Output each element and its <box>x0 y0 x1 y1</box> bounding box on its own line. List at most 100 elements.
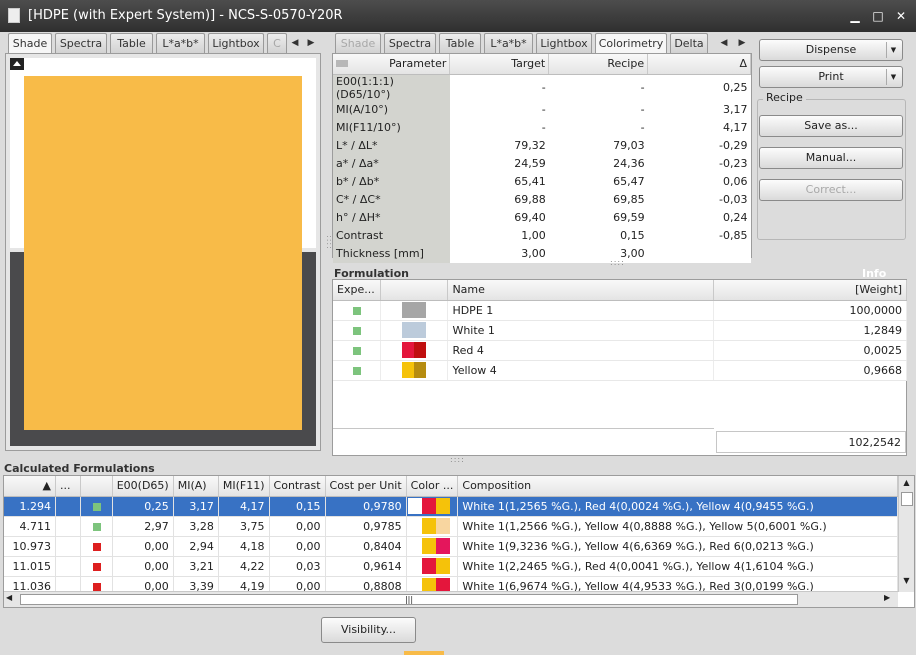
formulation-row[interactable]: HDPE 1 100,0000 <box>333 300 907 321</box>
tab-shade[interactable]: Shade <box>8 33 52 54</box>
col-weight[interactable]: [Weight] <box>713 280 907 301</box>
tab-scroll-right-icon[interactable]: ▶ <box>305 36 317 50</box>
parameter-cell: Contrast <box>333 226 450 245</box>
value-cell <box>648 245 751 263</box>
calculated-row[interactable]: 10.973 0,00 2,94 4,18 0,00 0,8404 White 1(9,32… <box>4 536 898 557</box>
colorimetry-row: E00(1:1:1)(D65/10°) - - 0,25 <box>333 74 751 101</box>
tab-delta[interactable]: Delta <box>670 33 708 53</box>
col-color-swatches[interactable]: Color ... <box>406 476 459 497</box>
swatch-cell <box>406 536 459 557</box>
colorimetry-body: E00(1:1:1)(D65/10°) - - 0,25 MI(A/10°) - - 3,17… <box>333 74 751 263</box>
close-button[interactable]: ✕ <box>894 9 908 23</box>
dispense-dropdown-icon[interactable]: ▼ <box>886 42 900 58</box>
calculated-row[interactable]: 11.015 0,00 3,21 4,22 0,03 0,9614 White 1(2,24… <box>4 556 898 577</box>
mia-cell: 2,94 <box>173 536 219 557</box>
horizontal-scrollbar[interactable]: ◀ ||| ▶ <box>4 591 898 607</box>
horizontal-splitter-top[interactable]: :::: <box>610 258 625 267</box>
col-color[interactable] <box>380 280 449 301</box>
col-e00[interactable]: E00(D65) <box>112 476 174 497</box>
colorimetry-row: Contrast 1,00 0,15 -0,85 <box>333 226 751 245</box>
composition-swatch <box>407 538 422 554</box>
collapse-icon[interactable] <box>10 58 24 70</box>
swatch-cell <box>406 516 459 537</box>
id-cell: 1.294 <box>4 496 56 517</box>
col-flag[interactable] <box>80 476 113 497</box>
colorimetry-row: h° / ΔH* 69,40 69,59 0,24 <box>333 208 751 227</box>
correct-button[interactable]: Correct... <box>759 179 903 201</box>
formulation-row[interactable]: Yellow 4 0,9668 <box>333 360 907 381</box>
col-name[interactable]: Name <box>447 280 715 301</box>
col-mif11[interactable]: MI(F11) <box>218 476 270 497</box>
tab-partial[interactable]: C <box>267 33 287 53</box>
scroll-left-icon[interactable]: ◀ <box>6 593 18 606</box>
col-more[interactable]: ... <box>55 476 82 497</box>
print-dropdown-icon[interactable]: ▼ <box>886 69 900 85</box>
scroll-thumb-horizontal[interactable]: ||| <box>20 594 798 605</box>
mif11-cell: 3,75 <box>218 516 270 537</box>
document-icon <box>8 8 20 23</box>
tab-spectra-right[interactable]: Spectra <box>384 33 436 53</box>
composition-cell: White 1(1,2565 %G.), Red 4(0,0024 %G.), … <box>457 496 898 517</box>
print-button[interactable]: Print ▼ <box>759 66 903 88</box>
tab-lightbox-right[interactable]: Lightbox <box>536 33 592 53</box>
tab-lightbox[interactable]: Lightbox <box>208 33 264 53</box>
tab-spectra[interactable]: Spectra <box>55 33 107 53</box>
cost-cell: 0,9785 <box>325 516 407 537</box>
col-delta[interactable]: Δ <box>647 54 751 75</box>
calculated-row[interactable]: 1.294 0,25 3,17 4,17 0,15 0,9780 White 1(1,256… <box>4 496 898 517</box>
col-expert[interactable]: Expe... <box>333 280 382 301</box>
col-recipe[interactable]: Recipe <box>548 54 649 75</box>
composition-cell: White 1(2,2465 %G.), Red 4(0,0041 %G.), … <box>457 556 898 577</box>
tab-table-right[interactable]: Table <box>439 33 481 53</box>
save-as-button[interactable]: Save as... <box>759 115 903 137</box>
scroll-thumb-vertical[interactable] <box>901 492 913 506</box>
color-cell <box>380 360 449 381</box>
maximize-button[interactable]: □ <box>871 9 885 23</box>
calculated-row[interactable]: 4.711 2,97 3,28 3,75 0,00 0,9785 White 1(1,256… <box>4 516 898 537</box>
col-cost[interactable]: Cost per Unit <box>325 476 407 497</box>
cost-cell: 0,9614 <box>325 556 407 577</box>
tab-shade-right[interactable]: Shade <box>335 33 381 53</box>
formulation-row[interactable]: White 1 1,2849 <box>333 320 907 341</box>
dispense-button[interactable]: Dispense ▼ <box>759 39 903 61</box>
mia-cell: 3,17 <box>173 496 219 517</box>
calculated-header-row: ▲ ... E00(D65) MI(A) MI(F11) Contrast Co… <box>4 476 898 497</box>
tab-lab[interactable]: L*a*b* <box>156 33 205 53</box>
parameter-cell: a* / Δa* <box>333 154 450 173</box>
grid-menu-icon[interactable] <box>336 60 348 67</box>
col-contrast[interactable]: Contrast <box>269 476 326 497</box>
visibility-button[interactable]: Visibility... <box>321 617 416 643</box>
vertical-scrollbar[interactable]: ▲ ▼ <box>898 476 914 592</box>
more-cell <box>55 536 82 557</box>
scroll-down-icon[interactable]: ▼ <box>900 576 913 588</box>
value-cell: 24,36 <box>613 157 645 170</box>
right-tab-scroll-right-icon[interactable]: ▶ <box>736 36 748 50</box>
scroll-up-icon[interactable]: ▲ <box>900 478 913 490</box>
col-parameter[interactable]: Parameter <box>333 54 451 75</box>
shade-swatch <box>24 76 302 430</box>
formulation-row[interactable]: Red 4 0,0025 <box>333 340 907 361</box>
composition-swatch <box>421 538 436 554</box>
tab-lab-right[interactable]: L*a*b* <box>484 33 533 53</box>
value-cell: 69,59 <box>613 211 645 224</box>
calculated-body: 1.294 0,25 3,17 4,17 0,15 0,9780 White 1(1,256… <box>4 496 898 597</box>
dispense-label: Dispense <box>805 43 857 56</box>
composition-swatch <box>421 498 436 514</box>
tab-scroll-left-icon[interactable]: ◀ <box>289 36 301 50</box>
horizontal-splitter-bottom[interactable]: :::: <box>450 455 465 464</box>
col-target[interactable]: Target <box>449 54 550 75</box>
manual-button[interactable]: Manual... <box>759 147 903 169</box>
col-sort-id[interactable]: ▲ <box>4 476 56 497</box>
col-composition[interactable]: Composition <box>457 476 898 497</box>
scroll-right-icon[interactable]: ▶ <box>884 593 896 606</box>
value-cell: 0,15 <box>620 229 645 242</box>
parameter-cell: MI(F11/10°) <box>333 118 450 137</box>
e00-cell: 2,97 <box>112 516 174 537</box>
right-tab-scroll-left-icon[interactable]: ◀ <box>718 36 730 50</box>
col-mia[interactable]: MI(A) <box>173 476 219 497</box>
tab-table[interactable]: Table <box>110 33 153 53</box>
minimize-button[interactable]: ▁ <box>848 9 862 23</box>
tab-colorimetry[interactable]: Colorimetry <box>595 33 667 54</box>
parameter-cell: MI(A/10°) <box>333 100 450 119</box>
flag-cell <box>80 536 113 557</box>
